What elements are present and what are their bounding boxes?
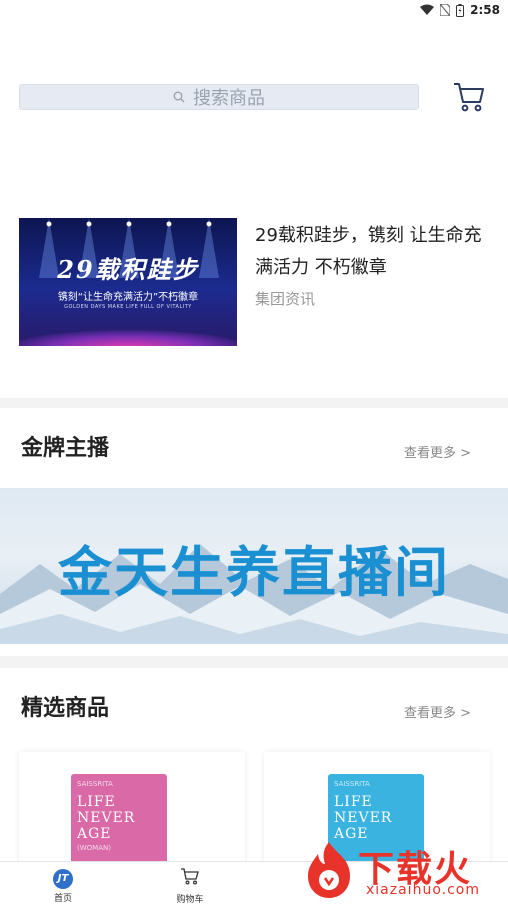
tab-cart[interactable]: 购物车 xyxy=(160,866,220,904)
flame-logo-icon xyxy=(308,842,350,898)
section-title-featured: 精选商品 xyxy=(21,696,110,721)
tab-home[interactable]: JT 首页 xyxy=(33,866,93,904)
tab-label: 购物车 xyxy=(176,895,204,904)
status-icons: 2:58 xyxy=(420,3,500,17)
thumb-subtitle: 镌刻“让生命充满活力”不朽徽章 xyxy=(57,292,199,303)
product-sub: (WOMAN) xyxy=(77,844,111,852)
search-input[interactable]: 搜索商品 xyxy=(19,84,419,110)
product-line: NEVER xyxy=(77,810,136,826)
cart-icon xyxy=(181,868,199,885)
status-bar: 2:58 xyxy=(0,0,508,24)
stage-glow xyxy=(19,330,237,346)
watermark-sub: xiazaihuo.com xyxy=(366,882,480,898)
wifi-icon xyxy=(420,4,435,15)
product-card[interactable]: SAISSRITA LIFE NEVER AGE (WOMAN) xyxy=(19,752,245,864)
news-category: 集团资讯 xyxy=(255,290,316,308)
thumb-title: 29载积跬步 xyxy=(57,255,199,284)
cart-icon[interactable] xyxy=(452,80,486,114)
product-line: LIFE xyxy=(77,794,116,810)
section-divider xyxy=(0,398,508,408)
section-divider xyxy=(0,656,508,668)
no-sim-icon xyxy=(440,4,451,16)
battery-icon xyxy=(456,3,465,17)
thumb-english: GOLDEN DAYS MAKE LIFE FULL OF VITALITY xyxy=(64,304,192,310)
product-brand: SAISSRITA xyxy=(334,780,370,788)
news-title[interactable]: 29载积跬步，镌刻 让生命充满活力 不朽徽章 xyxy=(255,220,495,284)
banner-title: 金天生养直播间 xyxy=(58,541,450,604)
more-link-featured[interactable]: 查看更多 > xyxy=(404,702,471,721)
more-link-gold-anchor[interactable]: 查看更多 > xyxy=(404,442,471,461)
tab-label: 首页 xyxy=(53,894,72,904)
news-thumbnail[interactable]: 29载积跬步 镌刻“让生命充满活力”不朽徽章 GOLDEN DAYS MAKE … xyxy=(19,218,237,346)
live-room-banner[interactable]: 金天生养直播间 xyxy=(0,488,508,644)
product-image: SAISSRITA LIFE NEVER AGE (WOMAN) xyxy=(71,774,167,864)
product-line: NEVER xyxy=(334,810,393,826)
section-title-gold-anchor: 金牌主播 xyxy=(21,436,110,461)
watermark: 下载火 xiazaihuo.com xyxy=(302,838,508,904)
home-icon: JT xyxy=(53,869,73,889)
search-placeholder: 搜索商品 xyxy=(193,88,265,109)
search-icon xyxy=(173,91,185,103)
product-brand: SAISSRITA xyxy=(77,780,113,788)
product-line: LIFE xyxy=(334,794,373,810)
product-line: AGE xyxy=(77,826,112,842)
status-time: 2:58 xyxy=(470,3,500,17)
